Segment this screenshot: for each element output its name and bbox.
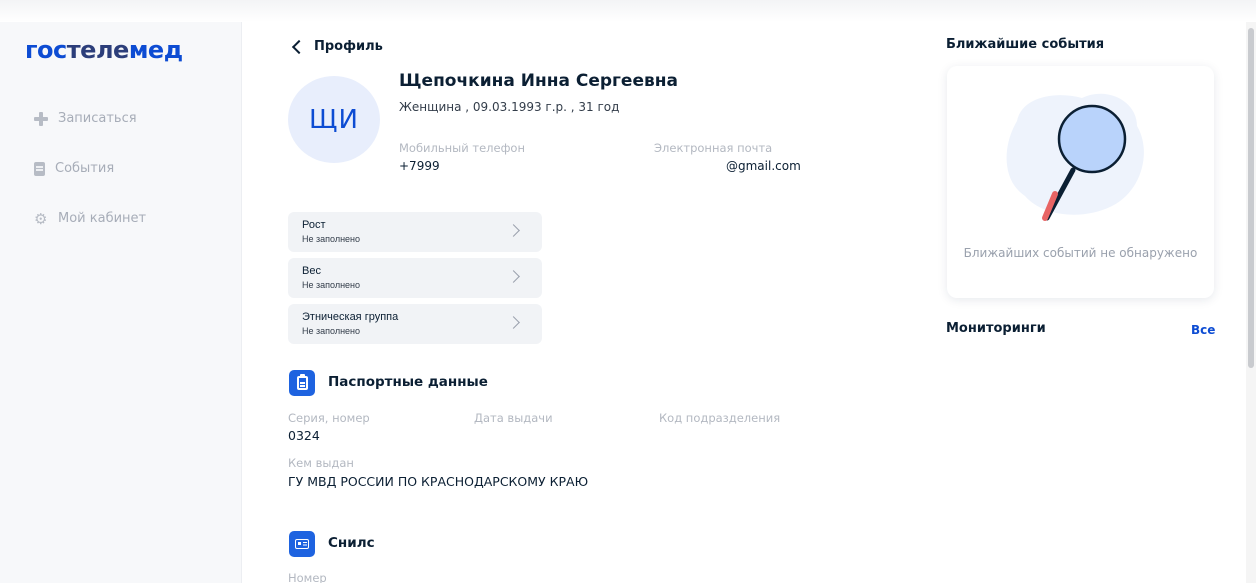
gear-icon: ⚙ — [34, 209, 48, 228]
logo-part-2: теле — [66, 36, 130, 64]
phone-label: Мобильный телефон — [399, 141, 525, 155]
sidebar-item-events[interactable]: События — [34, 161, 114, 176]
sidebar: гостелемед Записаться События ⚙ Мой каби… — [0, 22, 242, 583]
profile-info: Женщина , 09.03.1993 г.р. , 31 год — [399, 100, 620, 114]
metric-value: Не заполнено — [302, 234, 361, 244]
monitoring-all-link[interactable]: Все — [1191, 323, 1215, 337]
logo-part-3: мед — [128, 36, 183, 64]
logo[interactable]: гостелемед — [25, 36, 183, 64]
magnifier-illustration — [1006, 93, 1144, 221]
sidebar-item-cabinet[interactable]: ⚙ Мой кабинет — [34, 211, 146, 226]
events-card: Ближайших событий не обнаружено — [947, 66, 1214, 298]
events-title: Ближайшие события — [946, 37, 1105, 52]
metric-value: Не заполнено — [302, 280, 361, 290]
monitoring-title: Мониторинги — [946, 321, 1046, 336]
events-empty-text: Ближайших событий не обнаружено — [963, 246, 1198, 260]
passport-icon — [289, 370, 315, 396]
snils-number-label: Номер — [288, 571, 327, 583]
passport-issuer-label: Кем выдан — [288, 456, 354, 470]
page-title: Профиль — [314, 39, 383, 54]
scrollbar[interactable] — [1246, 22, 1256, 583]
passport-date-label: Дата выдачи — [474, 411, 553, 425]
passport-issuer-value: ГУ МВД РОССИИ ПО КРАСНОДАРСКОМУ КРАЮ — [288, 474, 589, 489]
phone-value: +7999 — [399, 159, 440, 173]
passport-series-label: Серия, номер — [288, 411, 370, 425]
logo-part-1: гос — [25, 36, 67, 64]
sidebar-item-appointment[interactable]: Записаться — [34, 111, 137, 126]
chevron-right-icon — [507, 316, 520, 329]
document-icon — [34, 161, 45, 176]
passport-code-label: Код подразделения — [659, 411, 781, 425]
metric-height[interactable]: Рост Не заполнено — [288, 212, 542, 252]
chevron-right-icon — [507, 224, 520, 237]
avatar: ЩИ — [288, 76, 380, 163]
scrollbar-thumb[interactable] — [1248, 28, 1254, 368]
chevron-right-icon — [507, 270, 520, 283]
sidebar-item-label: Мой кабинет — [58, 211, 147, 226]
passport-series-value: 0324 — [288, 428, 320, 443]
back-button[interactable]: Профиль — [290, 39, 383, 54]
plus-icon — [34, 111, 48, 126]
top-shadow — [0, 0, 1256, 22]
metric-weight[interactable]: Вес Не заполнено — [288, 258, 542, 298]
sidebar-item-label: События — [55, 161, 115, 176]
avatar-initials: ЩИ — [309, 104, 359, 135]
metric-label: Вес — [302, 265, 321, 277]
metric-value: Не заполнено — [302, 326, 361, 336]
email-value: @gmail.com — [726, 159, 801, 173]
metric-label: Этническая группа — [302, 311, 399, 323]
profile-name: Щепочкина Инна Сергеевна — [399, 71, 678, 91]
sidebar-item-label: Записаться — [58, 111, 137, 126]
chevron-left-icon — [291, 39, 307, 54]
snils-icon — [289, 531, 315, 557]
passport-section-title: Паспортные данные — [328, 374, 488, 390]
email-label: Электронная почта — [654, 141, 773, 155]
metric-ethnic-group[interactable]: Этническая группа Не заполнено — [288, 304, 542, 344]
metric-label: Рост — [302, 219, 326, 231]
snils-section-title: Снилс — [328, 535, 375, 551]
